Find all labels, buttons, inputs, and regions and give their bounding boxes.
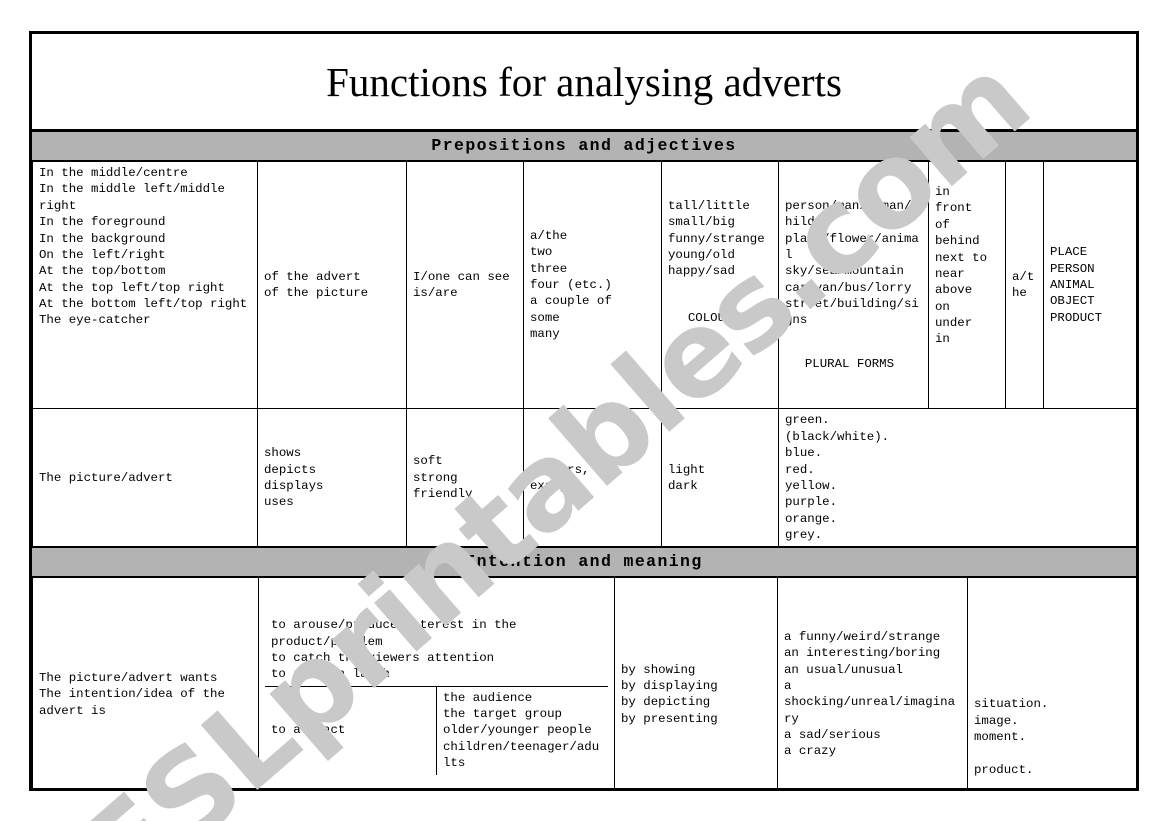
title-band: Functions for analysing adverts [32, 34, 1136, 131]
cell-to-attract: to attract [265, 685, 437, 775]
cell-colour-list: green. (black/white). blue. red. yellow.… [778, 408, 1136, 548]
cell-position-phrases: In the middle/centre In the middle left/… [32, 160, 258, 410]
cell-means-by-verbs: by showing by displaying by depicting by… [614, 577, 778, 788]
intention-table: The picture/advert wants The intention/i… [32, 577, 1136, 788]
cell-colours-for-example: colours, for example [523, 408, 662, 548]
table-row: The picture/advert wants The intention/i… [32, 577, 1136, 788]
cell-purpose-phrases: to arouse/produce interest in the produc… [271, 618, 517, 682]
colours-label: COLOURS [687, 310, 740, 325]
cell-target-audience: the audience the target group older/youn… [436, 685, 608, 775]
table-row: In the middle/centre In the middle left/… [32, 160, 1136, 410]
cell-tone-adjectives: soft strong friendly [406, 408, 524, 548]
table-row: to arouse/produce interest in the produc… [265, 614, 608, 686]
cell-of-the-advert: of the advert of the picture [257, 160, 407, 410]
cell-quality-adjectives: a funny/weird/strange an interesting/bor… [777, 577, 968, 788]
section-header-prepositions: Prepositions and adjectives [32, 131, 1136, 161]
section-header-intention: Intention and meaning [32, 547, 1136, 578]
prepositions-table: In the middle/centre In the middle left/… [32, 160, 1136, 548]
page-title: Functions for analysing adverts [326, 58, 842, 105]
cell-adjectives: tall/little small/big funny/strange youn… [661, 160, 779, 410]
table-row: The picture/advert shows depicts display… [32, 408, 1136, 548]
cell-prepositions: in front of behind next to near above on… [928, 160, 1006, 410]
cell-determiners-quantifiers: a/the two three four (etc.) a couple of … [523, 160, 662, 410]
worksheet-page: Functions for analysing adverts Preposit… [29, 31, 1139, 791]
nouns-list: person/man/woman/child plant/flower/anim… [785, 198, 919, 328]
cell-article: a/the [1005, 160, 1044, 410]
table-row: to attract the audience the target group… [265, 685, 608, 775]
cell-nouns: person/man/woman/child plant/flower/anim… [778, 160, 929, 410]
plural-forms-label: PLURAL FORMS [804, 357, 895, 372]
cell-result-nouns: situation. image. moment. product. [967, 577, 1136, 788]
cell-intention-subject: The picture/advert wants The intention/i… [32, 577, 259, 788]
cell-perception-verbs: I/one can see is/are [406, 160, 524, 410]
cell-subject-picture-advert: The picture/advert [32, 408, 258, 548]
purpose-subtable: to arouse/produce interest in the produc… [265, 614, 608, 775]
cell-depiction-verbs: shows depicts displays uses [257, 408, 407, 548]
cell-categories: PLACE PERSON ANIMAL OBJECT PRODUCT [1043, 160, 1136, 410]
cell-light-dark: light dark [661, 408, 779, 548]
cell-purpose-group: to arouse/produce interest in the produc… [258, 577, 615, 788]
adjectives-list: tall/little small/big funny/strange youn… [668, 198, 765, 279]
